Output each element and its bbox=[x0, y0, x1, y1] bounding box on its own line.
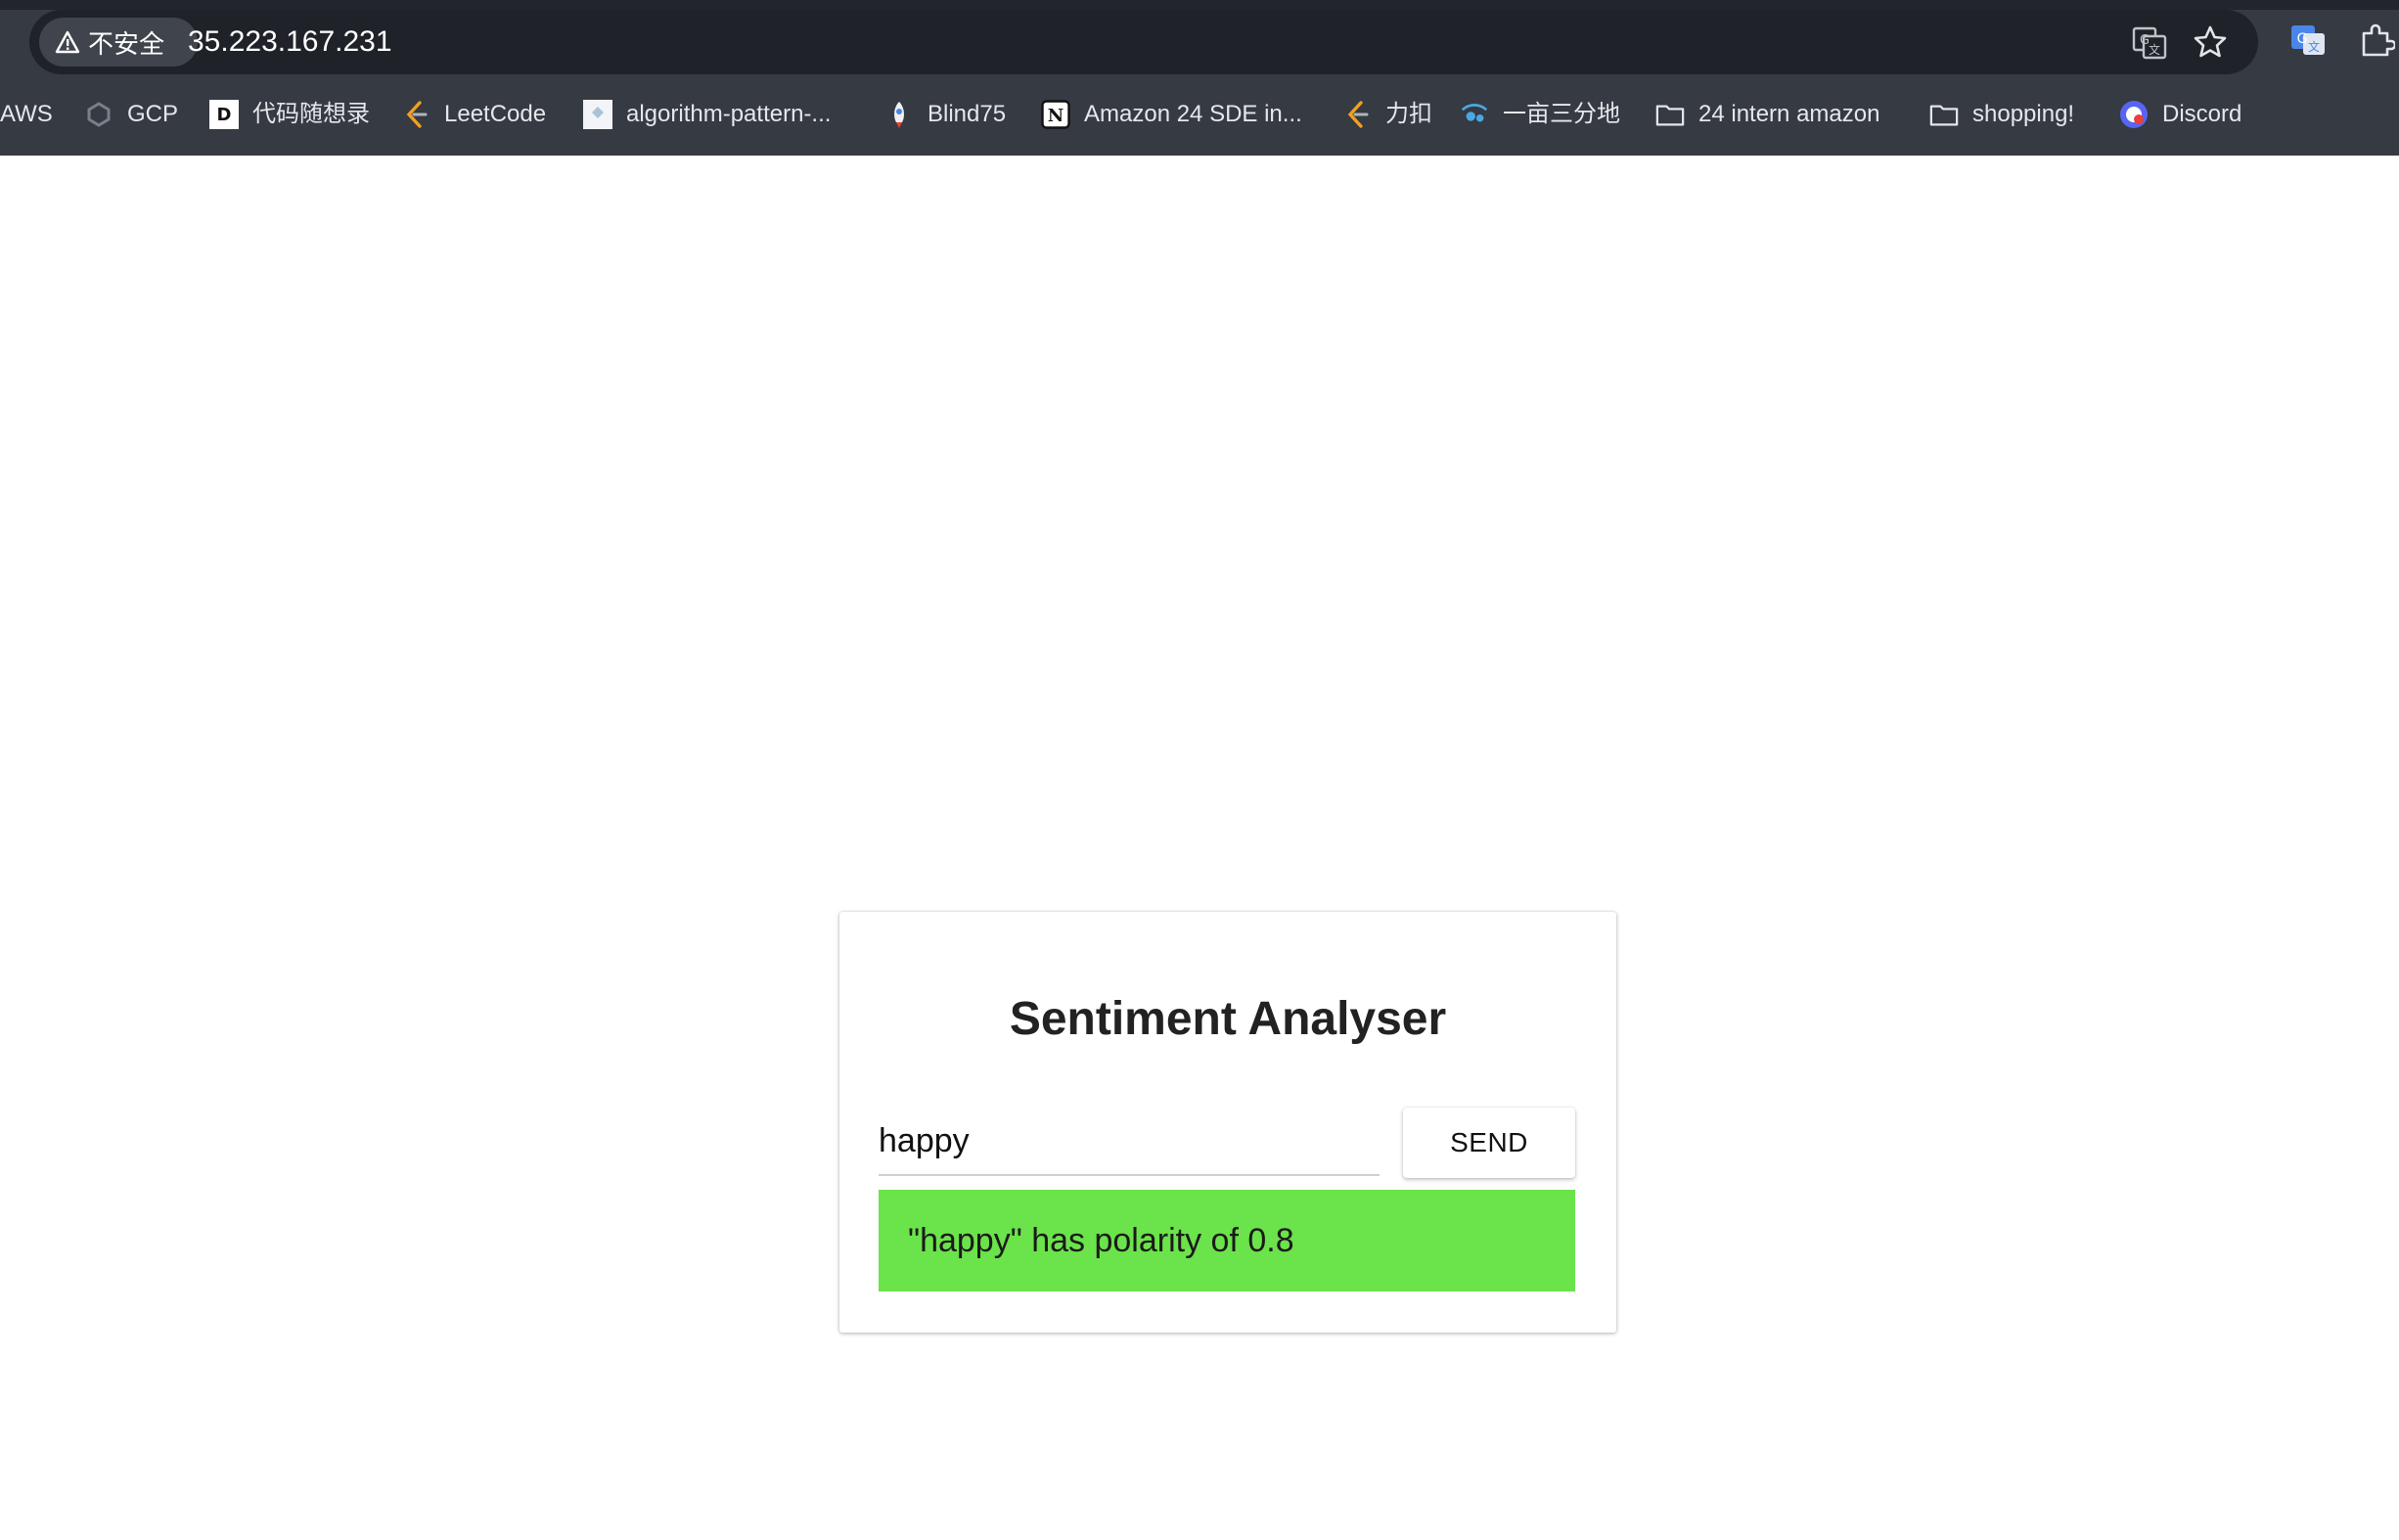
bookmark-blind75[interactable]: Blind75 bbox=[884, 94, 1006, 135]
bookmark-label: 力扣 bbox=[1385, 101, 1432, 127]
bookmark-label: Amazon 24 SDE in... bbox=[1084, 101, 1302, 127]
polarity-result: "happy" has polarity of 0.8 bbox=[879, 1190, 1575, 1291]
gcp-icon bbox=[84, 100, 113, 129]
bookmark-label: algorithm-pattern-... bbox=[626, 101, 832, 127]
yimu-icon bbox=[1460, 100, 1489, 129]
leetcode-icon bbox=[401, 100, 430, 129]
google-translate-extension-icon[interactable]: G 文 bbox=[2289, 22, 2327, 59]
discord-icon bbox=[2119, 100, 2149, 129]
svg-text:D: D bbox=[217, 105, 232, 125]
bookmark-label: Blind75 bbox=[928, 101, 1007, 127]
folder-icon bbox=[1655, 100, 1685, 129]
bookmark-label: AWS bbox=[0, 101, 53, 127]
svg-text:N: N bbox=[1048, 106, 1064, 126]
rocket-icon bbox=[884, 100, 914, 129]
security-label: 不安全 bbox=[88, 28, 165, 59]
bookmarks-bar: AWS GCP D 代码随想录 LeetCode algorithm-patte… bbox=[0, 94, 2399, 135]
bookmark-label: 代码随想录 bbox=[252, 101, 370, 127]
svg-text:文: 文 bbox=[2149, 42, 2160, 57]
bookmark-label: GCP bbox=[127, 101, 179, 127]
bookmark-folder-24-intern-amazon[interactable]: 24 intern amazon bbox=[1655, 94, 1879, 135]
bookmark-label: 24 intern amazon bbox=[1698, 101, 1880, 127]
folder-icon bbox=[1929, 100, 1959, 129]
bookmark-label: LeetCode bbox=[444, 101, 547, 127]
svg-text:文: 文 bbox=[2308, 39, 2320, 54]
sentiment-card: Sentiment Analyser SEND "happy" has pola… bbox=[839, 912, 1616, 1333]
star-icon[interactable] bbox=[2192, 23, 2229, 61]
bookmark-label: shopping! bbox=[1972, 101, 2075, 127]
bookmark-algorithm-pattern[interactable]: algorithm-pattern-... bbox=[583, 94, 831, 135]
tab-strip bbox=[0, 0, 2399, 10]
bookmark-aws[interactable]: AWS bbox=[0, 94, 53, 135]
app-title: Sentiment Analyser bbox=[1009, 993, 1447, 1045]
warning-icon bbox=[55, 30, 80, 54]
text-input-field[interactable] bbox=[879, 1111, 1380, 1176]
bookmark-daima[interactable]: D 代码随想录 bbox=[209, 94, 370, 135]
address-bar[interactable]: 不安全 35.223.167.231 G 文 bbox=[29, 10, 2258, 74]
bookmark-leetcode[interactable]: LeetCode bbox=[401, 94, 546, 135]
browser-chrome: 不安全 35.223.167.231 G 文 G 文 AWS GCP D 代码随… bbox=[0, 0, 2399, 156]
url-text[interactable]: 35.223.167.231 bbox=[188, 20, 392, 65]
translate-icon[interactable]: G 文 bbox=[2131, 23, 2168, 61]
bookmark-folder-shopping[interactable]: shopping! bbox=[1929, 94, 2074, 135]
extensions-puzzle-icon[interactable] bbox=[2358, 22, 2395, 59]
page-icon bbox=[583, 100, 612, 129]
bookmark-gcp[interactable]: GCP bbox=[84, 94, 178, 135]
notion-icon: N bbox=[1041, 100, 1070, 129]
sentiment-input[interactable] bbox=[879, 1111, 1380, 1170]
svg-text:G: G bbox=[2297, 31, 2308, 47]
bookmark-likou[interactable]: 力扣 bbox=[1342, 94, 1432, 135]
bookmark-yimusanfendi[interactable]: 一亩三分地 bbox=[1460, 94, 1620, 135]
bookmark-label: 一亩三分地 bbox=[1503, 101, 1620, 127]
bookmark-label: Discord bbox=[2162, 101, 2242, 127]
bookmark-amazon-sde[interactable]: N Amazon 24 SDE in... bbox=[1041, 94, 1302, 135]
daima-icon: D bbox=[209, 100, 239, 129]
security-indicator[interactable]: 不安全 bbox=[39, 18, 198, 67]
bookmark-discord[interactable]: Discord bbox=[2119, 94, 2241, 135]
send-button[interactable]: SEND bbox=[1403, 1108, 1575, 1178]
leetcode-icon bbox=[1342, 100, 1372, 129]
